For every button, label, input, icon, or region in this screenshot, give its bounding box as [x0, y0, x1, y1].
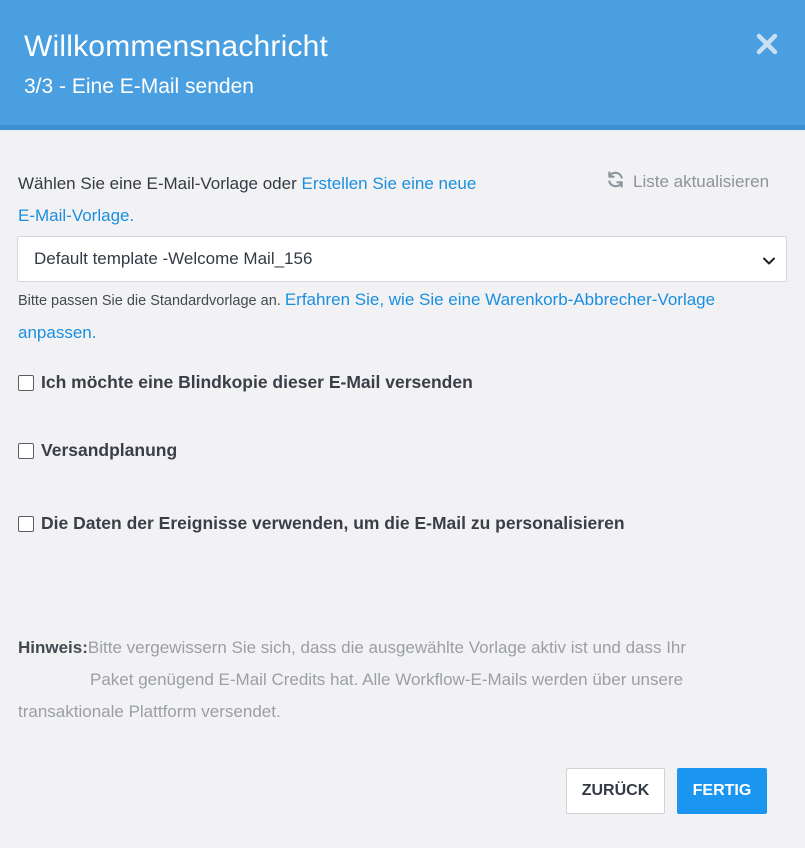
personalize-option[interactable]: Die Daten der Ereignisse verwenden, um d… [18, 513, 625, 534]
template-hint-text: Bitte passen Sie die Standardvorlage an. [18, 293, 285, 309]
template-select[interactable]: Default template -Welcome Mail_156 [17, 236, 787, 282]
template-hint: Bitte passen Sie die Standardvorlage an.… [18, 284, 788, 350]
schedule-option-label: Versandplanung [41, 440, 178, 460]
bcc-option-label: Ich möchte eine Blindkopie dieser E-Mail… [41, 372, 473, 392]
bcc-checkbox[interactable] [18, 375, 34, 391]
modal-header: Willkommensnachricht 3/3 - Eine E-Mail s… [0, 0, 805, 130]
template-prompt-text: Wählen Sie eine E-Mail-Vorlage oder [18, 174, 302, 193]
chevron-down-icon [762, 253, 776, 267]
back-button[interactable]: ZURÜCK [566, 768, 665, 814]
refresh-list-label: Liste aktualisieren [633, 172, 770, 191]
note-text-line1: Bitte vergewissern Sie sich, dass die au… [87, 638, 687, 657]
schedule-checkbox[interactable] [18, 443, 34, 459]
refresh-icon [606, 170, 625, 194]
modal-subtitle: 3/3 - Eine E-Mail senden [24, 75, 254, 98]
template-prompt: Wählen Sie eine E-Mail-Vorlage oder Erst… [18, 168, 498, 232]
schedule-option[interactable]: Versandplanung [18, 440, 177, 461]
refresh-list-button[interactable]: Liste aktualisieren [606, 170, 769, 194]
close-icon[interactable] [754, 30, 780, 58]
personalize-checkbox[interactable] [18, 516, 34, 532]
note-label: Hinweis: [18, 638, 88, 657]
note-text-line3: transaktionale Plattform versendet. [18, 702, 281, 721]
finish-button[interactable]: FERTIG [677, 768, 767, 814]
personalize-option-label: Die Daten der Ereignisse verwenden, um d… [41, 513, 625, 533]
template-select-value: Default template -Welcome Mail_156 [34, 249, 313, 268]
bcc-option[interactable]: Ich möchte eine Blindkopie dieser E-Mail… [18, 372, 473, 393]
note-block: Hinweis:Bitte vergewissern Sie sich, das… [18, 632, 788, 728]
note-text-line2: Paket genügend E-Mail Credits hat. Alle … [90, 670, 684, 689]
modal-title: Willkommensnachricht [24, 30, 329, 63]
